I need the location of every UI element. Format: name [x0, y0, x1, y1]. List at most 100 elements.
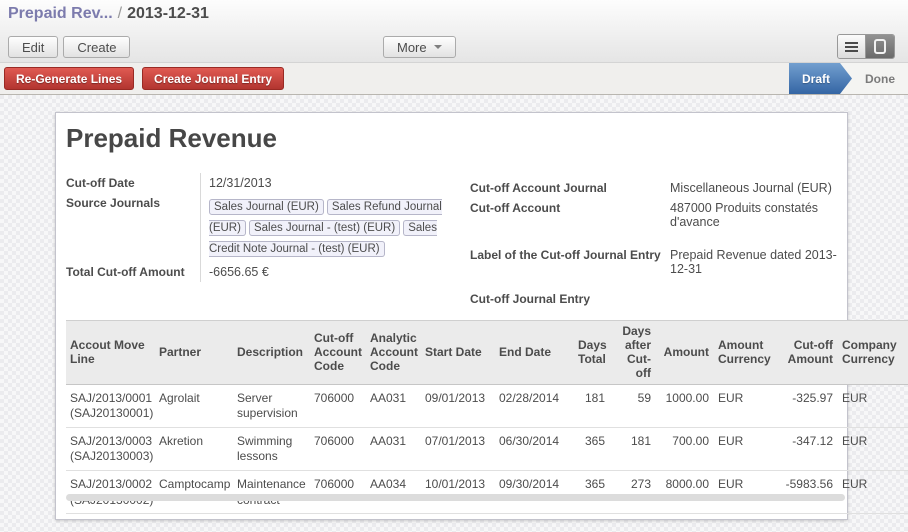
cutoff-journal-entry-value	[670, 289, 842, 309]
more-dropdown-button[interactable]: More	[383, 36, 456, 58]
table-cell: 8000.00	[656, 471, 714, 514]
table-cell: EUR	[714, 471, 780, 514]
field-label: Total Cut-off Amount	[66, 262, 200, 282]
table-cell: 181	[574, 384, 610, 427]
field-source-journals: Source Journals Sales Journal (EUR)Sales…	[66, 193, 448, 262]
table-cell: -325.97	[780, 384, 838, 427]
table-cell: SAJ/2013/0001 (SAJ20130001)	[66, 384, 155, 427]
edit-create-group: Edit Create	[8, 36, 130, 58]
table-row[interactable]: SAJ/2013/0003 (SAJ20130003)AkretionSwimm…	[66, 427, 908, 470]
table-cell: Akretion	[155, 427, 233, 470]
list-view-button[interactable]	[838, 35, 865, 58]
column-header: Amount Currency	[714, 321, 780, 385]
field-label: Label of the Cut-off Journal Entry	[470, 245, 670, 279]
right-field-group: Cut-off Account Journal Miscellaneous Jo…	[470, 178, 848, 309]
field-journal-entry-label: Label of the Cut-off Journal Entry Prepa…	[470, 245, 848, 279]
table-cell: -5983.56	[780, 471, 838, 514]
cutoff-account-journal-link[interactable]: Miscellaneous Journal (EUR)	[670, 178, 842, 198]
column-header: End Date	[495, 321, 574, 385]
page-title: Prepaid Revenue	[66, 123, 277, 154]
create-button[interactable]: Create	[63, 36, 130, 58]
table-cell: 365	[574, 471, 610, 514]
horizontal-scrollbar[interactable]	[66, 494, 845, 501]
form-view-button[interactable]	[865, 35, 894, 58]
table-cell: 02/28/2014	[495, 384, 574, 427]
column-header: Accout Move Line	[66, 321, 155, 385]
table-cell: 706000	[310, 384, 366, 427]
field-label: Cut-off Account Journal	[470, 178, 670, 198]
cutoff-date-value: 12/31/2013	[200, 173, 448, 193]
table-cell: AA031	[366, 427, 421, 470]
left-field-group: Cut-off Date 12/31/2013 Source Journals …	[66, 173, 448, 282]
column-header: Analytic Account Code	[366, 321, 421, 385]
table-cell: 706000	[310, 427, 366, 470]
field-label: Cut-off Journal Entry	[470, 289, 670, 309]
field-cutoff-account: Cut-off Account 487000 Produits constaté…	[470, 198, 848, 232]
table-cell: 273	[610, 471, 656, 514]
table-cell: 10/01/2013	[421, 471, 495, 514]
breadcrumb-current: 2013-12-31	[127, 5, 209, 22]
view-switcher	[837, 34, 895, 59]
table-cell: EUR	[838, 384, 908, 427]
form-view-icon	[874, 39, 886, 54]
table-cell: 07/01/2013	[421, 427, 495, 470]
field-total-cutoff-amount: Total Cut-off Amount -6656.65 €	[66, 262, 448, 282]
table-cell: SAJ/2013/0003 (SAJ20130003)	[66, 427, 155, 470]
table-cell: AA034	[366, 471, 421, 514]
column-header: Start Date	[421, 321, 495, 385]
table-cell: 59	[610, 384, 656, 427]
chevron-down-icon	[434, 45, 442, 49]
field-label: Cut-off Account	[470, 198, 670, 232]
more-menu-wrap: More	[383, 36, 456, 58]
column-header: Company Currency	[838, 321, 908, 385]
list-view-icon	[845, 42, 858, 44]
journal-tag: Sales Journal (EUR)	[209, 199, 324, 215]
column-header: Amount	[656, 321, 714, 385]
journal-tag: Sales Journal - (test) (EUR)	[249, 220, 400, 236]
field-label: Cut-off Date	[66, 173, 200, 193]
table-row[interactable]: SAJ/2013/0001 (SAJ20130001)AgrolaitServe…	[66, 384, 908, 427]
statusbar: DraftDone	[789, 63, 908, 94]
status-step-draft: Draft	[789, 63, 852, 94]
table-cell: Agrolait	[155, 384, 233, 427]
table-cell: SAJ/2013/0002 (SAJ20130002)	[66, 471, 155, 514]
table-cell: EUR	[714, 427, 780, 470]
table-cell: EUR	[838, 471, 908, 514]
source-journals-tags: Sales Journal (EUR)Sales Refund Journal …	[200, 193, 448, 262]
table-cell: 06/30/2014	[495, 427, 574, 470]
lines-table: Accout Move LinePartnerDescription Cut-of…	[66, 320, 908, 514]
field-cutoff-journal-entry: Cut-off Journal Entry	[470, 289, 848, 309]
cutoff-account-link[interactable]: 487000 Produits constatés d'avance	[670, 198, 842, 232]
column-header: Cut-off Amount	[780, 321, 838, 385]
table-cell: 09/01/2013	[421, 384, 495, 427]
table-cell: 700.00	[656, 427, 714, 470]
breadcrumb-parent-link[interactable]: Prepaid Rev...	[8, 5, 113, 22]
re-generate-lines-button[interactable]: Re-Generate Lines	[4, 67, 134, 90]
field-label: Source Journals	[66, 193, 200, 262]
content-area: Prepaid Revenue Cut-off Date 12/31/2013 …	[0, 95, 908, 532]
table-cell: Camptocamp	[155, 471, 233, 514]
status-step-done: Done	[852, 63, 908, 94]
table-cell: 1000.00	[656, 384, 714, 427]
table-cell: -347.12	[780, 427, 838, 470]
table-cell: AA031	[366, 384, 421, 427]
create-journal-entry-button[interactable]: Create Journal Entry	[142, 67, 284, 90]
edit-button[interactable]: Edit	[8, 36, 58, 58]
table-cell: 706000	[310, 471, 366, 514]
table-cell: Maintenance contract	[233, 471, 310, 514]
table-header-row: Accout Move LinePartnerDescription Cut-of…	[66, 321, 908, 385]
column-header: Partner	[155, 321, 233, 385]
table-cell: 09/30/2014	[495, 471, 574, 514]
table-row[interactable]: SAJ/2013/0002 (SAJ20130002)CamptocampMai…	[66, 471, 908, 514]
table-cell: EUR	[714, 384, 780, 427]
column-header: Days after Cut-off	[610, 321, 656, 385]
breadcrumb: Prepaid Rev.../2013-12-31	[8, 5, 209, 23]
top-bar: Prepaid Rev.../2013-12-31 Edit Create Mo…	[0, 0, 908, 62]
field-cutoff-account-journal: Cut-off Account Journal Miscellaneous Jo…	[470, 178, 848, 198]
field-cutoff-date: Cut-off Date 12/31/2013	[66, 173, 448, 193]
table-cell: 181	[610, 427, 656, 470]
action-buttons: Re-Generate Lines Create Journal Entry	[4, 67, 284, 90]
total-cutoff-amount-value: -6656.65 €	[200, 262, 448, 282]
more-label: More	[397, 40, 427, 55]
column-header: Description	[233, 321, 310, 385]
